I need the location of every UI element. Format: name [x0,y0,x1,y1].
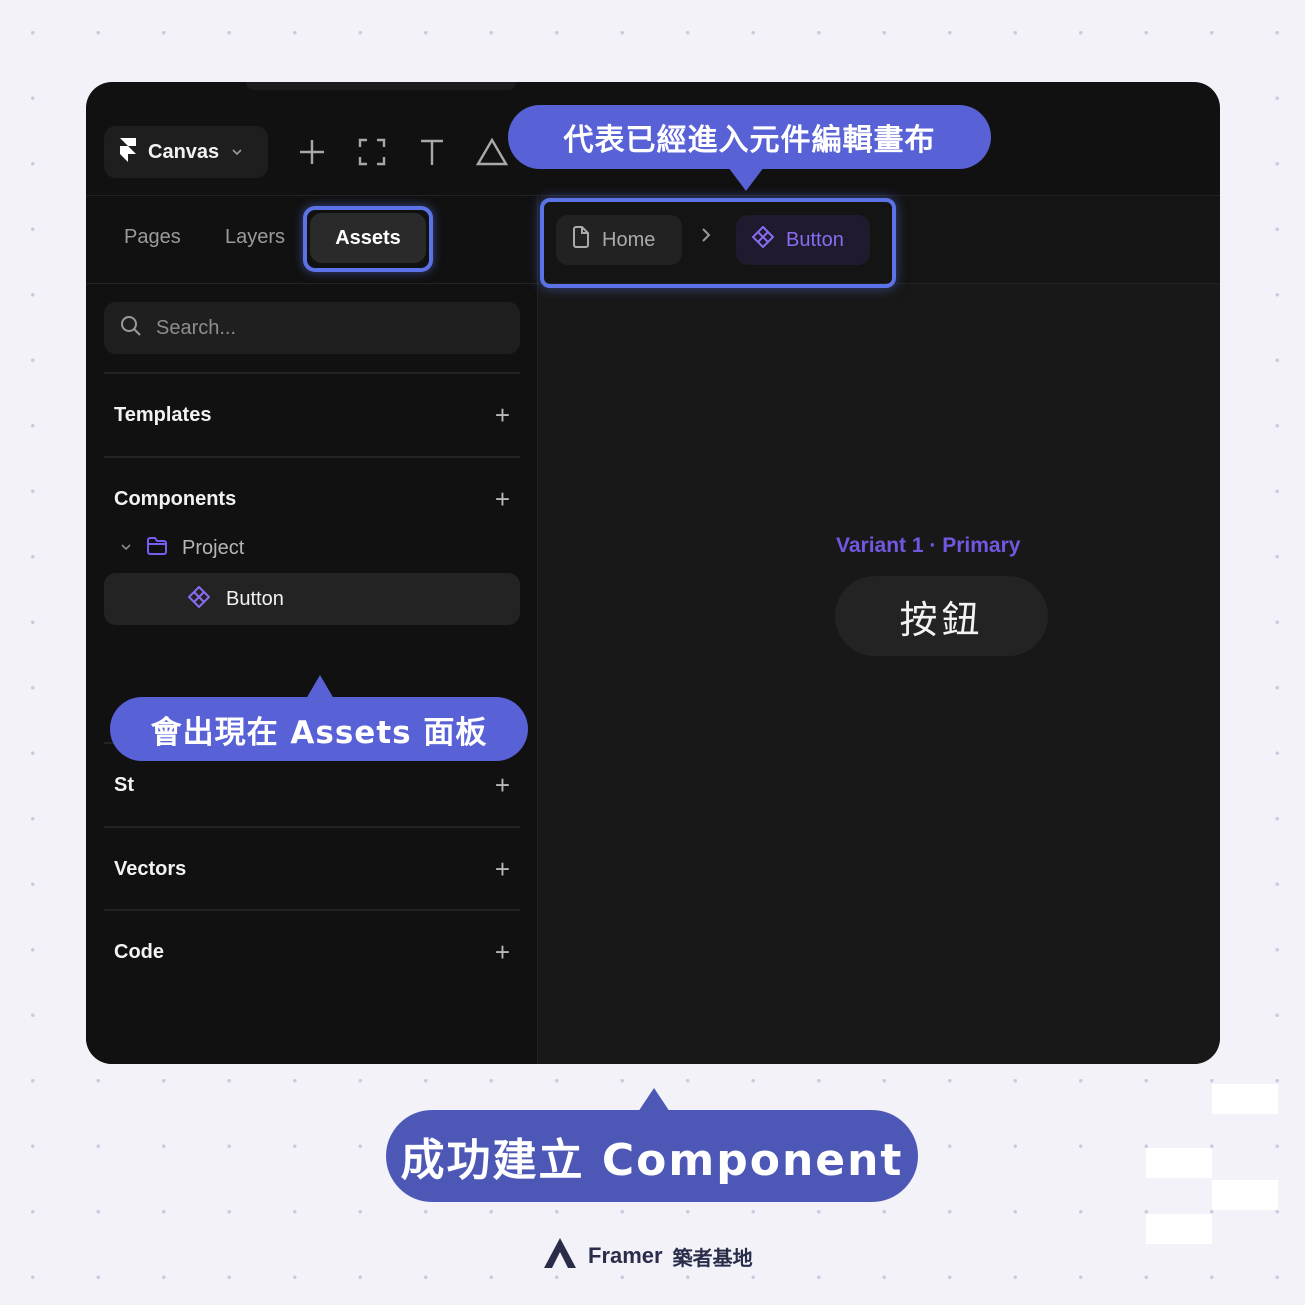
callout-text: 成功建立 Component [400,1135,904,1186]
app-window: Canvas Pages Layers Assets Search... Tem… [86,82,1220,1064]
chevron-down-icon [231,144,243,160]
search-input[interactable] [156,316,486,340]
tree-folder-label: Project [182,536,245,559]
folder-icon [146,536,168,561]
framer-logo-icon [118,137,138,168]
plus-icon[interactable] [294,134,330,170]
tree-item-button[interactable]: Button [104,573,520,625]
sidebar-tabs: Pages Layers Assets [86,196,538,284]
tree-item-label: Button [226,587,284,610]
shape-icon[interactable] [474,134,510,170]
chevron-down-icon[interactable] [120,539,132,557]
tab-pages[interactable]: Pages [124,226,181,249]
component-icon [187,585,211,613]
callout-editing-canvas: 代表已經進入元件編輯畫布 [508,105,991,191]
breadcrumb-highlight [540,198,896,288]
variant-label[interactable]: Variant 1 · Primary [836,534,1020,558]
assets-tab-highlight [303,206,433,272]
section-title: Vectors [114,857,187,880]
section-title: Code [114,940,164,963]
decorative-block [1146,1214,1212,1244]
section-templates[interactable]: Templates + [104,374,520,456]
search-icon [120,315,142,342]
brand-name: Framer [588,1243,663,1268]
callout-text: 會出現在 Assets 面板 [150,714,488,751]
add-style-plus-icon[interactable]: + [495,772,510,798]
component-button-preview[interactable]: 按鈕 [835,576,1048,656]
brand-suffix: 築者基地 [672,1245,753,1270]
frame-icon[interactable] [354,134,390,170]
section-title: Components [114,487,237,510]
add-vector-plus-icon[interactable]: + [495,856,510,882]
add-component-plus-icon[interactable]: + [495,486,510,512]
text-icon[interactable] [414,134,450,170]
section-vectors[interactable]: Vectors + [104,828,520,910]
section-code[interactable]: Code + [104,911,520,993]
section-title: St [114,773,134,796]
canvas-menu-button[interactable]: Canvas [104,126,268,178]
decorative-block [1146,1148,1212,1178]
brand-footer: Framer 築者基地 [542,1236,753,1276]
add-template-plus-icon[interactable]: + [495,402,510,428]
callout-text: 代表已經進入元件編輯畫布 [563,123,936,158]
section-title: Templates [114,403,212,426]
search-field[interactable] [104,302,520,354]
callout-tail [728,167,764,191]
callout-tail [306,675,334,699]
callout-success: 成功建立 Component [386,1088,918,1202]
breadcrumb-bar: Home Button [538,196,1220,288]
add-code-plus-icon[interactable]: + [495,939,510,965]
canvas-label: Canvas [148,140,220,163]
decorative-block [1212,1084,1278,1114]
callout-tail [638,1088,670,1112]
top-sliver [246,82,516,90]
brand-logo-icon [542,1236,578,1276]
tree-folder-project[interactable]: Project [104,522,520,574]
canvas-area[interactable]: Home Button Variant 1 · Primary 按鈕 [538,196,1220,1064]
decorative-block [1212,1180,1278,1210]
callout-assets-panel: 會出現在 Assets 面板 [110,675,528,761]
tab-layers[interactable]: Layers [225,226,285,249]
assets-sidebar: Pages Layers Assets Templates + Componen… [86,196,538,1064]
